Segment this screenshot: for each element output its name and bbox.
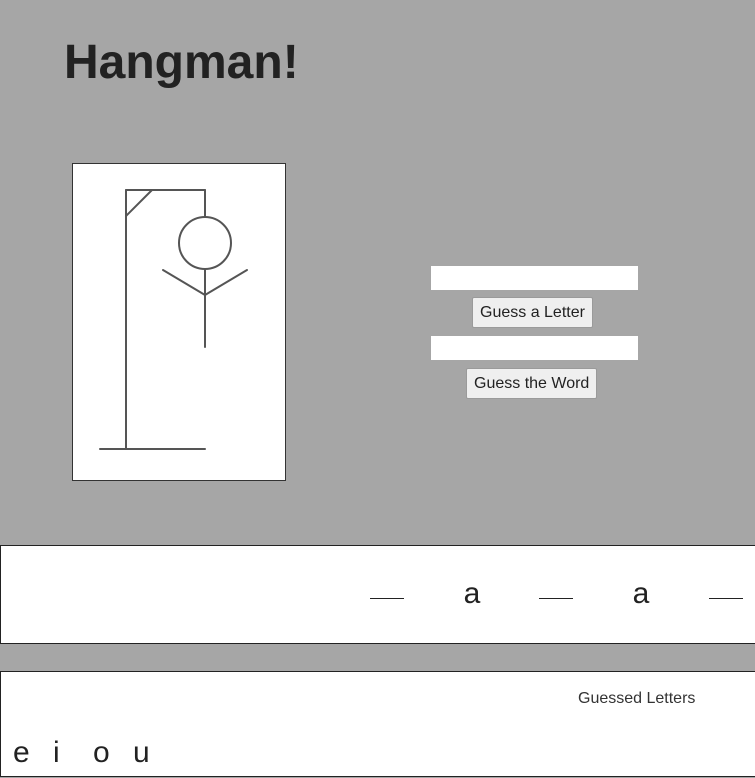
hangman-right-arm <box>204 269 248 296</box>
page-title: Hangman! <box>64 36 299 89</box>
guessed-letters-title: Guessed Letters <box>578 690 696 707</box>
word-guess-input[interactable] <box>431 336 638 360</box>
word-slot-4: a <box>621 574 661 614</box>
word-slot-1 <box>367 574 407 614</box>
guessed-letters-panel: Guessed Letters e i o u <box>0 671 755 777</box>
word-letter: a <box>632 577 650 610</box>
guessed-letter: e <box>13 736 30 769</box>
guessed-letters-list: e i o u <box>13 736 173 770</box>
word-letter: a <box>463 577 481 610</box>
hangman-left-arm <box>162 269 206 296</box>
word-slot-3 <box>536 574 576 614</box>
word-display: a a <box>0 545 755 644</box>
blank-line <box>539 598 573 599</box>
hangman-drawing <box>72 163 286 481</box>
guessed-letter: o <box>93 736 110 769</box>
guessed-letter: i <box>53 736 60 769</box>
guessed-letter: u <box>133 736 150 769</box>
word-slot-2: a <box>452 574 492 614</box>
gallows-svg <box>99 189 248 450</box>
hangman-head <box>178 216 232 270</box>
gallows-brace <box>125 189 153 217</box>
blank-line <box>709 598 743 599</box>
word-slot-5 <box>706 574 746 614</box>
guess-letter-button[interactable]: Guess a Letter <box>472 297 593 328</box>
letter-guess-input[interactable] <box>431 266 638 290</box>
guess-word-button[interactable]: Guess the Word <box>466 368 598 399</box>
blank-line <box>370 598 404 599</box>
